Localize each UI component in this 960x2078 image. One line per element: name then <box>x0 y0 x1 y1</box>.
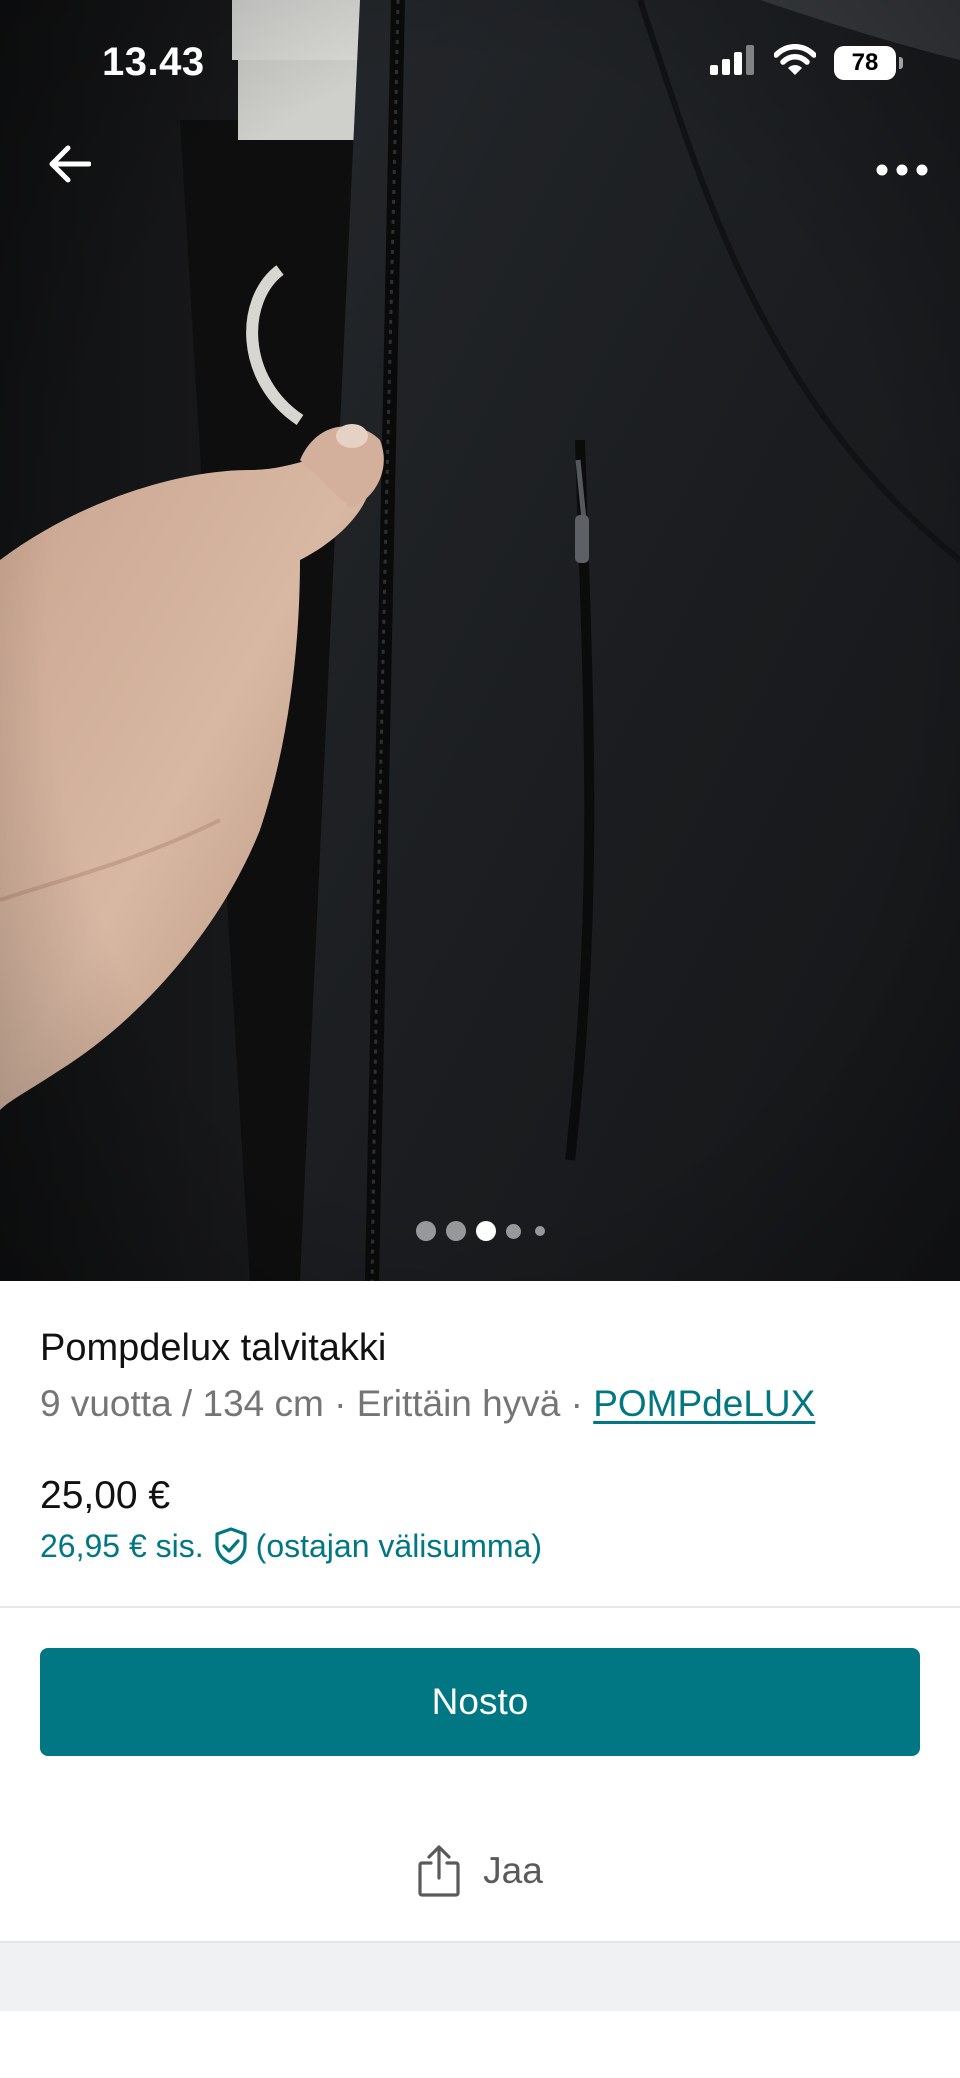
item-detail-screen: 13.43 78 Pompdelux talvitakki 9 vuotta /… <box>0 0 960 2078</box>
battery-tip <box>899 56 903 69</box>
more-options-button[interactable] <box>866 140 938 200</box>
gallery-pagination[interactable] <box>0 1220 960 1242</box>
item-size: 9 vuotta / 134 cm <box>40 1383 324 1424</box>
pagination-dot-active[interactable] <box>475 1221 496 1241</box>
pagination-dot[interactable] <box>534 1226 545 1236</box>
buy-button[interactable]: Nosto <box>40 1648 920 1756</box>
buyer-price-row[interactable]: 26,95 € sis. (ostajan välisumma) <box>40 1520 542 1572</box>
pagination-dot[interactable] <box>445 1221 466 1241</box>
item-photo-gallery[interactable]: 13.43 78 <box>0 0 960 1281</box>
item-condition: Erittäin hyvä <box>356 1383 561 1424</box>
share-icon <box>418 1845 460 1897</box>
meta-separator: · <box>323 1383 357 1424</box>
item-price: 25,00 € <box>40 1474 171 1517</box>
section-divider <box>0 1606 960 1608</box>
status-icons: 78 <box>710 44 903 81</box>
buyer-price-note: (ostajan välisumma) <box>255 1528 542 1564</box>
signal-icon <box>710 45 756 80</box>
meta-separator: · <box>560 1383 594 1424</box>
bottom-band <box>0 1943 960 2011</box>
share-button[interactable]: Jaa <box>380 1836 580 1906</box>
item-meta: 9 vuotta / 134 cm · Erittäin hyvä · POMP… <box>40 1376 920 1432</box>
back-button[interactable] <box>40 134 100 194</box>
more-horizontal-icon <box>876 164 928 176</box>
battery-level: 78 <box>851 48 879 76</box>
brand-link[interactable]: POMPdeLUX <box>593 1383 815 1424</box>
pagination-dot[interactable] <box>505 1223 521 1239</box>
share-label: Jaa <box>483 1850 543 1891</box>
buyer-price: 26,95 € sis. <box>40 1528 204 1564</box>
wifi-icon <box>773 44 817 81</box>
status-bar: 13.43 78 <box>0 0 960 130</box>
item-info: Pompdelux talvitakki 9 vuotta / 134 cm ·… <box>40 1320 920 1432</box>
arrow-left-icon <box>49 145 91 183</box>
shield-check-icon <box>214 1527 248 1565</box>
battery-icon: 78 <box>834 45 903 80</box>
item-photo <box>0 0 960 1281</box>
pagination-dot[interactable] <box>415 1221 436 1241</box>
status-time: 13.43 <box>102 40 205 84</box>
item-title: Pompdelux talvitakki <box>40 1327 387 1369</box>
